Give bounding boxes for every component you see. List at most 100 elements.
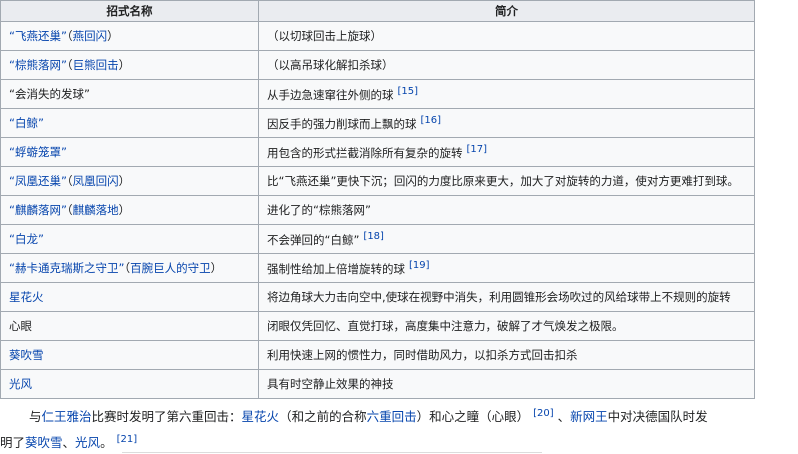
table-row: 星花火 将边角球大力击向空中,使球在视野中消失，利用圆锥形会场吹过的风给球带上不规… (0, 282, 755, 312)
description-cell: 进化了的“棕熊落网” (258, 195, 755, 225)
move-name-link[interactable]: 星花火 (9, 290, 44, 304)
table-row: “会消失的发球” 从手边急速窜往外侧的球 [15] (0, 79, 755, 109)
description-text: 比“飞燕还巢”更快下沉；回闪的力度比原来更大，加大了对旋转的力道，使对方更难打到… (267, 174, 739, 188)
description-cell: 因反手的强力削球而上飘的球 [16] (258, 108, 755, 138)
description-cell: 比“飞燕还巢”更快下沉；回闪的力度比原来更大，加大了对旋转的力道，使对方更难打到… (258, 166, 755, 196)
description-cell: 利用快速上网的惯性力，同时借助风力，以扣杀方式回击扣杀 (258, 340, 755, 370)
move-name: “会消失的发球” (9, 87, 90, 101)
table-row: 葵吹雪 利用快速上网的惯性力，同时借助风力，以扣杀方式回击扣杀 (0, 340, 755, 370)
description-cell: 闭眼仅凭回忆、直觉打球，高度集中注意力，破解了才气焕发之极限。 (258, 311, 755, 341)
reference-link[interactable]: [17] (467, 144, 488, 155)
description-cell: 用包含的形式拦截消除所有复杂的旋转 [17] (258, 137, 755, 167)
header-move-name: 招式名称 (0, 0, 259, 22)
description-cell: 具有时空静止效果的神技 (258, 369, 755, 399)
description-text: （以切球回击上旋球） (267, 29, 382, 43)
description-text: 将边角球大力击向空中,使球在视野中消失，利用圆锥形会场吹过的风给球带上不规则的旋… (267, 290, 731, 304)
move-alias-link[interactable]: 燕回闪 (73, 29, 108, 43)
paragraph-text: 比赛时发明了第六重回击： (91, 409, 242, 424)
move-name-link[interactable]: 光风 (9, 377, 32, 391)
move-name: 心眼 (9, 319, 32, 333)
link-niou-masaharu[interactable]: 仁王雅治 (42, 409, 92, 424)
description-text: 不会弹回的“白鲸” (267, 232, 360, 247)
link-kofu[interactable]: 光风 (75, 435, 100, 450)
paren: ） (118, 174, 131, 188)
table-row: “白鲸” 因反手的强力削球而上飘的球 [16] (0, 108, 755, 138)
description-text: 利用快速上网的惯性力，同时借助风力，以扣杀方式回击扣杀 (267, 348, 578, 362)
reference-link[interactable]: [15] (398, 86, 419, 97)
description-cell: 强制性给加上倍增旋转的球 [19] (258, 253, 755, 283)
reference-21[interactable]: [21] (117, 434, 138, 445)
move-alias-link[interactable]: 麒麟落地 (73, 203, 119, 217)
description-cell: 将边角球大力击向空中,使球在视野中消失，利用圆锥形会场吹过的风给球带上不规则的旋… (258, 282, 755, 312)
description-cell: 从手边急速窜往外侧的球 [15] (258, 79, 755, 109)
description-cell: 不会弹回的“白鲸” [18] (258, 224, 755, 254)
move-name-cell: “棕熊落网”（巨熊回击） (0, 50, 259, 80)
move-name-cell: 心眼 (0, 311, 259, 341)
table-row: “赫卡通克瑞斯之守卫”（百腕巨人的守卫） 强制性给加上倍增旋转的球 [19] (0, 253, 755, 283)
move-name-cell: “凤凰还巢”（凤凰回闪） (0, 166, 259, 196)
move-name-link[interactable]: “凤凰还巢” (9, 174, 67, 188)
link-six-counters[interactable]: 六重回击 (367, 409, 417, 424)
paragraph-text: 。 (100, 435, 113, 450)
move-name-link[interactable]: “蜉蝣笼罩” (9, 145, 67, 159)
move-name-cell: “白龙” (0, 224, 259, 254)
link-aoi-fubuki[interactable]: 葵吹雪 (25, 435, 63, 450)
description-text: 从手边急速窜往外侧的球 (267, 87, 394, 102)
reference-link[interactable]: [16] (421, 115, 442, 126)
move-name-cell: “会消失的发球” (0, 79, 259, 109)
paragraph-text: 中对决德国队时发 (607, 409, 708, 424)
table-row: “白龙” 不会弹回的“白鲸” [18] (0, 224, 755, 254)
description-cell: （以高吊球化解扣杀球） (258, 50, 755, 80)
reference-link[interactable]: [18] (363, 231, 384, 242)
move-name-cell: “赫卡通克瑞斯之守卫”（百腕巨人的守卫） (0, 253, 259, 283)
move-name-link[interactable]: “麒麟落网” (9, 203, 67, 217)
move-name-link[interactable]: “飞燕还巢” (9, 29, 67, 43)
move-alias-link[interactable]: 凤凰回闪 (73, 174, 119, 188)
move-name-link[interactable]: “赫卡通克瑞斯之守卫” (9, 261, 124, 275)
description-text: 强制性给加上倍增旋转的球 (267, 261, 405, 276)
paragraph-text: 、 (62, 435, 76, 450)
moves-table: 招式名称 简介 “飞燕还巢”（燕回闪） （以切球回击上旋球） “棕熊落网”（巨熊回击… (0, 0, 755, 399)
move-name-cell: “飞燕还巢”（燕回闪） (0, 21, 259, 51)
reference-link[interactable]: [19] (409, 260, 430, 271)
table-row: “凤凰还巢”（凤凰回闪） 比“飞燕还巢”更快下沉；回闪的力度比原来更大，加大了对旋… (0, 166, 755, 196)
move-name-cell: “蜉蝣笼罩” (0, 137, 259, 167)
description-text: 因反手的强力削球而上飘的球 (267, 116, 417, 131)
move-name-cell: 光风 (0, 369, 259, 399)
link-hoshi-hanabi[interactable]: 星花火 (242, 409, 280, 424)
description-text: 具有时空静止效果的神技 (267, 377, 394, 391)
table-row: 心眼 闭眼仅凭回忆、直觉打球，高度集中注意力，破解了才气焕发之极限。 (0, 311, 755, 341)
table-row: 光风 具有时空静止效果的神技 (0, 369, 755, 399)
paragraph-text: 与 (29, 409, 42, 424)
table-row: “飞燕还巢”（燕回闪） （以切球回击上旋球） (0, 21, 755, 51)
description-text: （以高吊球化解扣杀球） (267, 58, 394, 72)
table-row: “蜉蝣笼罩” 用包含的形式拦截消除所有复杂的旋转 [17] (0, 137, 755, 167)
table-row: “棕熊落网”（巨熊回击） （以高吊球化解扣杀球） (0, 50, 755, 80)
table-row: “麒麟落网”（麒麟落地） 进化了的“棕熊落网” (0, 195, 755, 225)
move-name-cell: “白鲸” (0, 108, 259, 138)
paren: ） (107, 29, 119, 43)
move-alias-link[interactable]: 百腕巨人的守卫 (130, 261, 211, 275)
paragraph-text: （和之前的合称 (279, 409, 367, 424)
paren: ） (118, 58, 131, 72)
description-text: 闭眼仅凭回忆、直觉打球，高度集中注意力，破解了才气焕发之极限。 (267, 319, 624, 333)
description-text: 用包含的形式拦截消除所有复杂的旋转 (267, 145, 463, 160)
move-name-link[interactable]: 葵吹雪 (9, 348, 44, 362)
move-name-cell: “麒麟落网”（麒麟落地） (0, 195, 259, 225)
move-name-link[interactable]: “白龙” (9, 232, 44, 246)
move-name-cell: 葵吹雪 (0, 340, 259, 370)
paragraph-text: 明了 (0, 435, 26, 450)
body-paragraph: 与仁王雅治比赛时发明了第六重回击：星花火（和之前的合称六重回击）和心之瞳（心眼）… (0, 402, 798, 454)
link-new-prince-of-tennis[interactable]: 新网王 (570, 409, 608, 424)
reference-20[interactable]: [20] (533, 408, 554, 419)
table-header-row: 招式名称 简介 (0, 0, 755, 22)
description-text: 进化了的“棕熊落网” (267, 203, 371, 217)
paren: ） (210, 261, 223, 275)
move-name-link[interactable]: “白鲸” (9, 116, 44, 130)
paragraph-text: ）和心之瞳（心眼） (416, 409, 530, 424)
header-description: 简介 (258, 0, 755, 22)
description-cell: （以切球回击上旋球） (258, 21, 755, 51)
paragraph-text: 、 (557, 409, 571, 424)
move-name-link[interactable]: “棕熊落网” (9, 58, 67, 72)
move-alias-link[interactable]: 巨熊回击 (73, 58, 119, 72)
